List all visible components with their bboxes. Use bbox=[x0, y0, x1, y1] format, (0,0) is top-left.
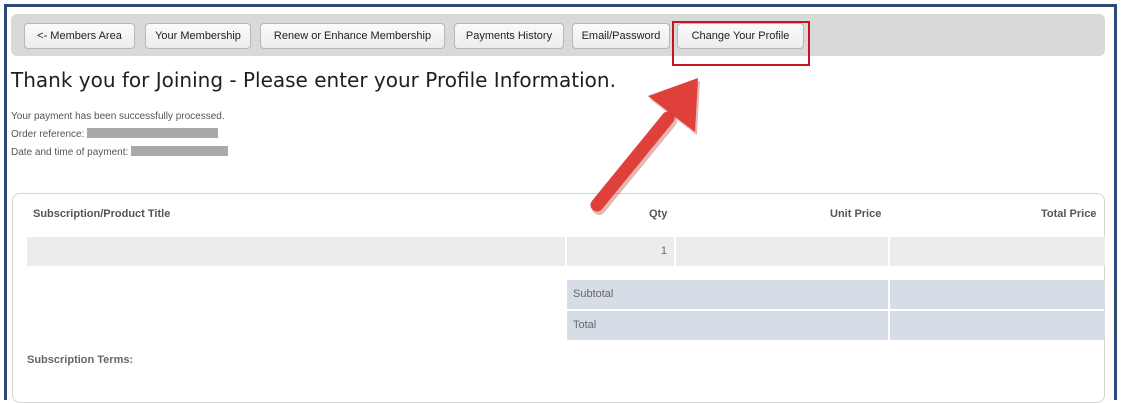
arrow-pointer-icon bbox=[590, 78, 700, 215]
